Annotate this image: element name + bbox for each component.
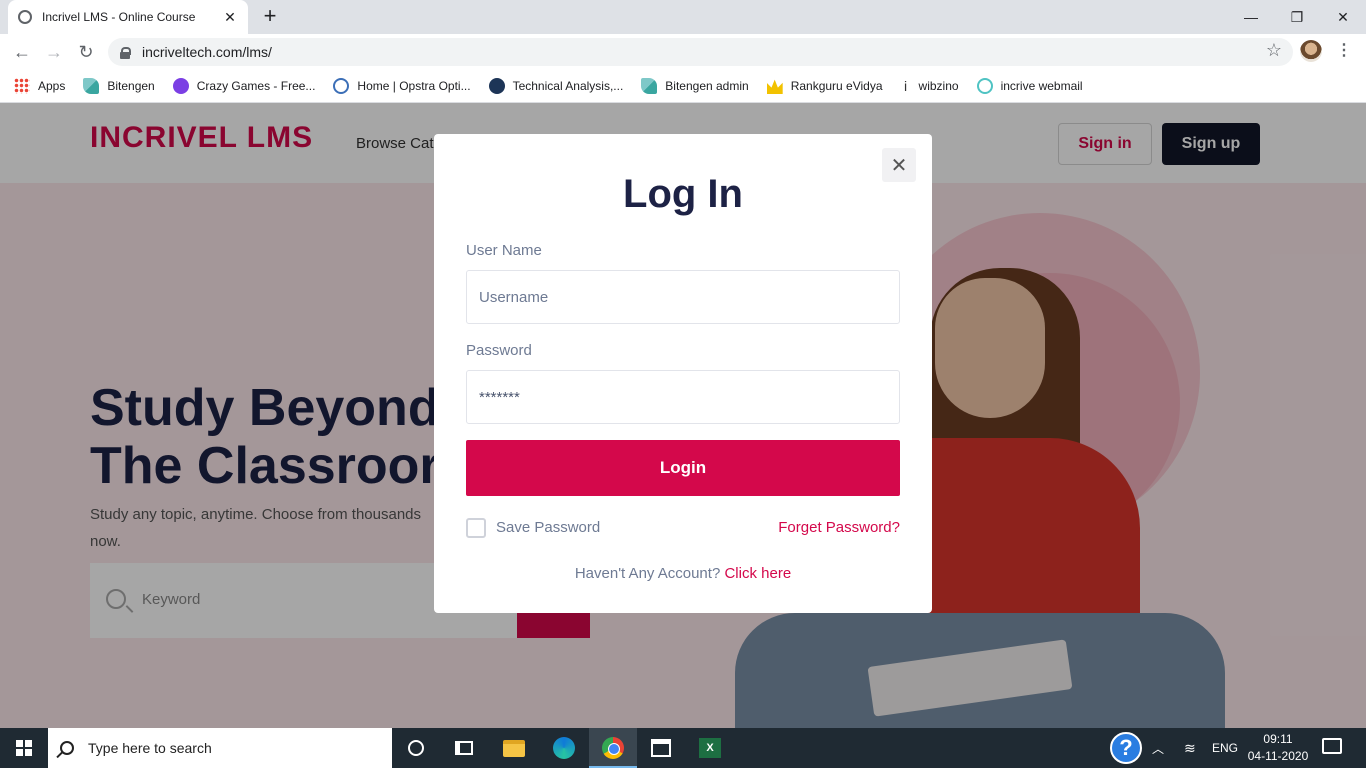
edge-icon [553,737,575,759]
edge-button[interactable] [540,728,588,768]
rankguru-icon [766,79,783,94]
tab-title: Incrivel LMS - Online Course [42,10,196,24]
info-icon: i [903,78,908,94]
reload-icon[interactable]: ↻ [74,40,98,64]
bookmark-star-icon[interactable]: ☆ [1266,40,1282,61]
taskbar-search-box[interactable]: Type here to search [48,728,392,768]
apps-grid-icon [14,78,30,94]
modal-title: Log In [623,172,743,216]
chrome-icon [602,737,624,759]
login-modal: ✕ Log In User Name Password Login Save P… [434,134,932,613]
bitengen-icon [641,78,658,94]
cortana-button[interactable] [392,728,440,768]
no-account-label: Haven't Any Account? [574,565,721,582]
click-here-link[interactable]: Click here [724,565,791,582]
profile-avatar[interactable] [1300,40,1322,62]
lock-icon [120,46,131,59]
windows-taskbar: Type here to search X ? ︿ ≋ ENG 09:11 04… [0,728,1366,768]
bookmark-bitengen-admin[interactable]: Bitengen admin [641,78,749,94]
bookmark-webmail[interactable]: incrive webmail [976,78,1083,94]
bookmarks-bar: Apps Bitengen Crazy Games - Free... Home… [0,70,1366,103]
folder-icon [503,739,525,757]
windows-logo-icon [16,740,32,756]
back-arrow-icon[interactable]: ← [10,40,34,64]
bookmark-opstra[interactable]: Home | Opstra Opti... [333,78,471,94]
opstra-icon [333,78,350,94]
excel-button[interactable]: X [686,728,734,768]
browser-menu-icon[interactable]: ⋮ [1336,40,1352,60]
address-url: incriveltech.com/lms/ [142,44,272,60]
taskbar-search-text: Type here to search [88,740,212,756]
bookmark-technical-analysis[interactable]: Technical Analysis,... [488,78,623,94]
wifi-icon[interactable]: ≋ [1184,728,1196,768]
password-label: Password [466,342,532,359]
language-indicator[interactable]: ENG [1212,728,1238,768]
no-account-text: Haven't Any Account? Click here [434,565,932,582]
technical-analysis-icon [488,78,505,94]
browser-tab-bar: Incrivel LMS - Online Course ✕ + — ❐ ✕ [0,0,1366,34]
close-window-button[interactable]: ✕ [1320,0,1366,34]
username-input[interactable] [466,270,900,324]
file-explorer-button[interactable] [490,728,538,768]
address-bar[interactable]: incriveltech.com/lms/ [108,38,1293,66]
page-viewport: INCRIVEL LMS Browse Cat Sign in Sign up … [0,103,1366,728]
start-button[interactable] [0,728,48,768]
clock-time: 09:11 [1263,732,1293,746]
excel-icon: X [699,738,721,758]
save-password-checkbox[interactable] [466,518,486,538]
username-label: User Name [466,242,542,259]
search-icon [60,741,74,755]
login-button[interactable]: Login [466,440,900,496]
new-tab-button[interactable]: + [258,5,282,29]
globe-icon [18,10,32,24]
minimize-button[interactable]: — [1228,0,1274,34]
help-icon[interactable]: ? [1110,732,1142,764]
bookmark-bitengen[interactable]: Bitengen [83,78,155,94]
forget-password-link[interactable]: Forget Password? [778,519,900,536]
clock[interactable]: 09:11 04-11-2020 [1244,731,1312,765]
browser-tab[interactable]: Incrivel LMS - Online Course ✕ [8,0,248,34]
tray-chevron-icon[interactable]: ︿ [1152,728,1164,768]
crazygames-icon [172,78,189,94]
browser-toolbar: ← → ↻ incriveltech.com/lms/ ☆ ⋮ [0,34,1366,70]
webmail-icon [976,78,993,94]
store-button[interactable] [637,728,685,768]
store-icon [651,739,671,757]
forward-arrow-icon[interactable]: → [42,40,66,64]
bookmark-rankguru[interactable]: Rankguru eVidya [766,78,883,94]
bookmark-apps[interactable]: Apps [14,78,65,94]
bookmark-crazy-games[interactable]: Crazy Games - Free... [172,78,315,94]
task-view-icon [455,741,473,755]
save-password-label: Save Password [496,519,601,536]
tab-close-icon[interactable]: ✕ [222,9,238,26]
maximize-button[interactable]: ❐ [1274,0,1320,34]
password-input[interactable] [466,370,900,424]
bitengen-icon [83,78,100,94]
notification-icon[interactable] [1322,738,1342,754]
cortana-icon [408,740,424,756]
task-view-button[interactable] [440,728,488,768]
clock-date: 04-11-2020 [1247,749,1309,763]
chrome-button[interactable] [589,728,637,768]
bookmark-wibzino[interactable]: i wibzino [901,78,959,94]
